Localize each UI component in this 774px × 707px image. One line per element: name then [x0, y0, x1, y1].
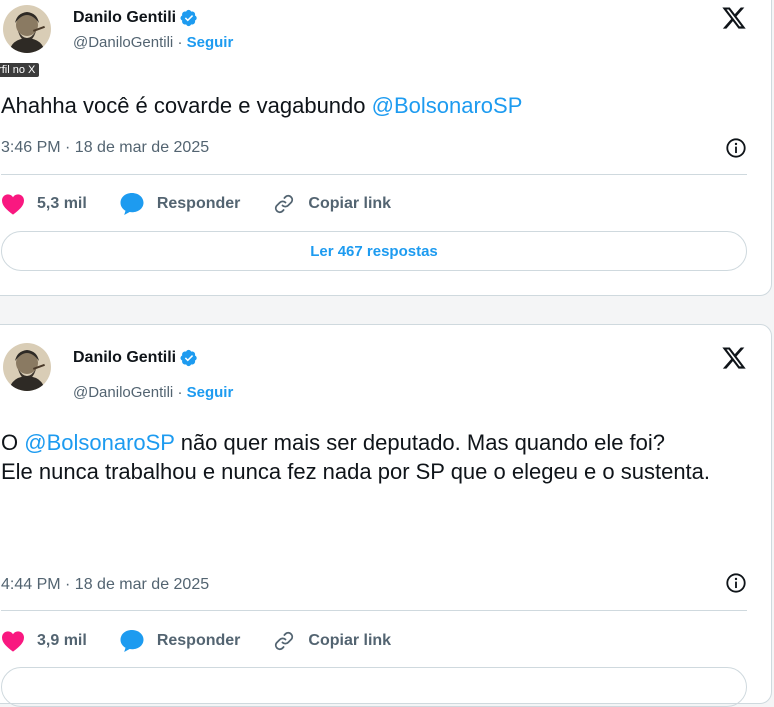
reply-label: Responder: [156, 195, 241, 212]
mention-link[interactable]: @BolsonaroSP: [372, 93, 523, 118]
likes-count: 3,9 mil: [37, 632, 87, 649]
follow-button[interactable]: Seguir: [187, 34, 234, 51]
tweet-card: er perfil no X Danilo Gentili @DaniloGen…: [0, 0, 772, 296]
avatar[interactable]: [3, 5, 51, 53]
separator: ·: [177, 34, 183, 51]
copy-link-button[interactable]: Copiar link: [272, 629, 391, 653]
handle-row: @DaniloGentili · Seguir: [73, 384, 233, 401]
speech-bubble-icon: [120, 193, 144, 215]
avatar[interactable]: [3, 343, 51, 391]
link-icon: [275, 631, 294, 651]
like-button[interactable]: 5,3 mil: [1, 193, 87, 215]
copy-link-button[interactable]: Copiar link: [272, 192, 391, 216]
mention-link[interactable]: @BolsonaroSP: [24, 430, 174, 455]
heart-icon: [2, 194, 24, 215]
reply-button[interactable]: Responder: [119, 629, 241, 653]
copy-link-label: Copiar link: [308, 195, 392, 212]
x-logo-icon[interactable]: [721, 5, 747, 31]
action-bar: 5,3 mil Responder Copiar link: [1, 192, 423, 216]
tweet-text-part: O: [1, 430, 25, 455]
divider: [1, 610, 747, 611]
timestamp[interactable]: 3:46 PM · 18 de mar de 2025: [1, 139, 209, 157]
verified-badge-icon: [180, 349, 197, 367]
author-row[interactable]: Danilo Gentili: [73, 9, 198, 27]
author-name[interactable]: Danilo Gentili: [73, 9, 176, 27]
author-handle[interactable]: @DaniloGentili: [73, 34, 173, 51]
info-icon[interactable]: [725, 137, 747, 159]
read-replies-button[interactable]: Ler 467 respostas: [1, 231, 747, 271]
author-row[interactable]: Danilo Gentili: [73, 349, 198, 367]
author-name[interactable]: Danilo Gentili: [73, 349, 176, 367]
verified-badge-icon: [180, 9, 197, 27]
x-logo-icon[interactable]: [721, 345, 747, 371]
speech-bubble-icon: [120, 630, 144, 652]
separator: ·: [177, 384, 183, 401]
handle-row: @DaniloGentili · Seguir: [73, 34, 233, 51]
likes-count: 5,3 mil: [37, 195, 87, 212]
follow-button[interactable]: Seguir: [187, 384, 234, 401]
info-icon[interactable]: [725, 572, 747, 594]
profile-tooltip: er perfil no X: [0, 63, 40, 77]
reply-label: Responder: [156, 632, 241, 649]
like-button[interactable]: 3,9 mil: [1, 630, 87, 652]
tweet-text: O @BolsonaroSP não quer mais ser deputad…: [1, 428, 751, 486]
tweet-card: Danilo Gentili @DaniloGentili · Seguir O…: [0, 324, 772, 707]
reply-button[interactable]: Responder: [119, 192, 241, 216]
link-icon: [275, 194, 294, 214]
action-bar: 3,9 mil Responder Copiar link: [1, 629, 423, 653]
timestamp[interactable]: 4:44 PM · 18 de mar de 2025: [1, 576, 209, 594]
tweet-text-part: Ahahha você é covarde e vagabundo: [1, 93, 372, 118]
heart-icon: [2, 631, 24, 652]
copy-link-label: Copiar link: [308, 632, 392, 649]
author-handle[interactable]: @DaniloGentili: [73, 384, 173, 401]
tweet-text: Ahahha você é covarde e vagabundo @Bolso…: [1, 91, 751, 120]
divider: [1, 174, 747, 175]
read-replies-button[interactable]: [1, 667, 747, 707]
